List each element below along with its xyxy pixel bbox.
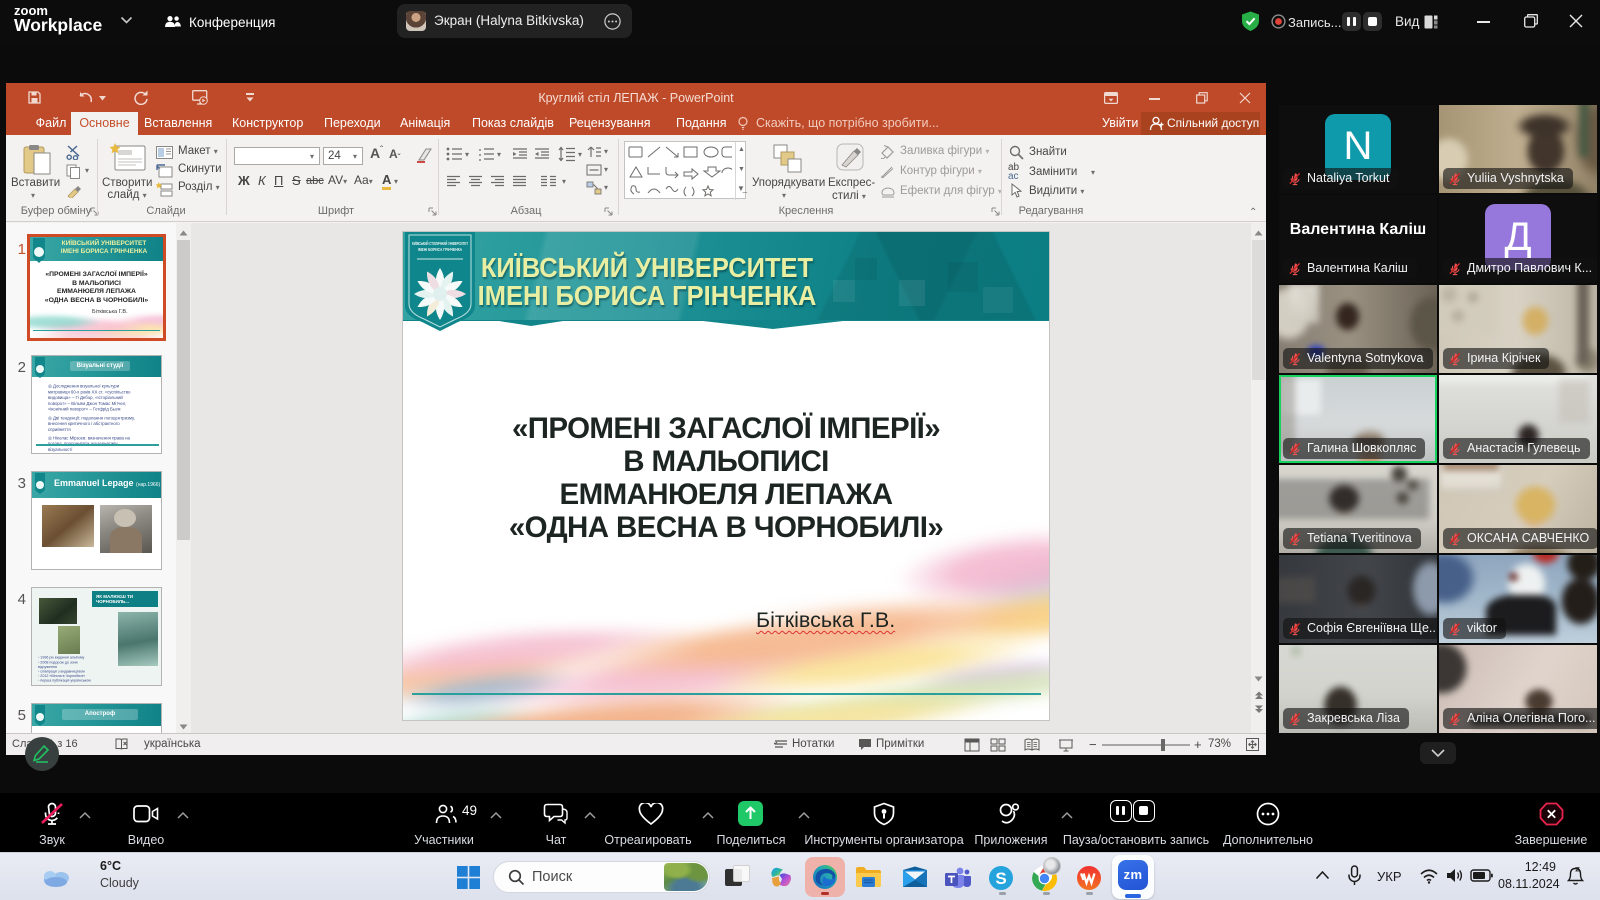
svg-text:S: S: [995, 869, 1006, 888]
svg-text:КИЇВСЬКИЙ СТОЛИЧНИЙ УНІВЕРСИТЕ: КИЇВСЬКИЙ СТОЛИЧНИЙ УНІВЕРСИТЕТ: [412, 241, 468, 246]
svg-text:ІМЕНІ БОРИСА ГРІНЧЕНКА: ІМЕНІ БОРИСА ГРІНЧЕНКА: [418, 247, 463, 252]
